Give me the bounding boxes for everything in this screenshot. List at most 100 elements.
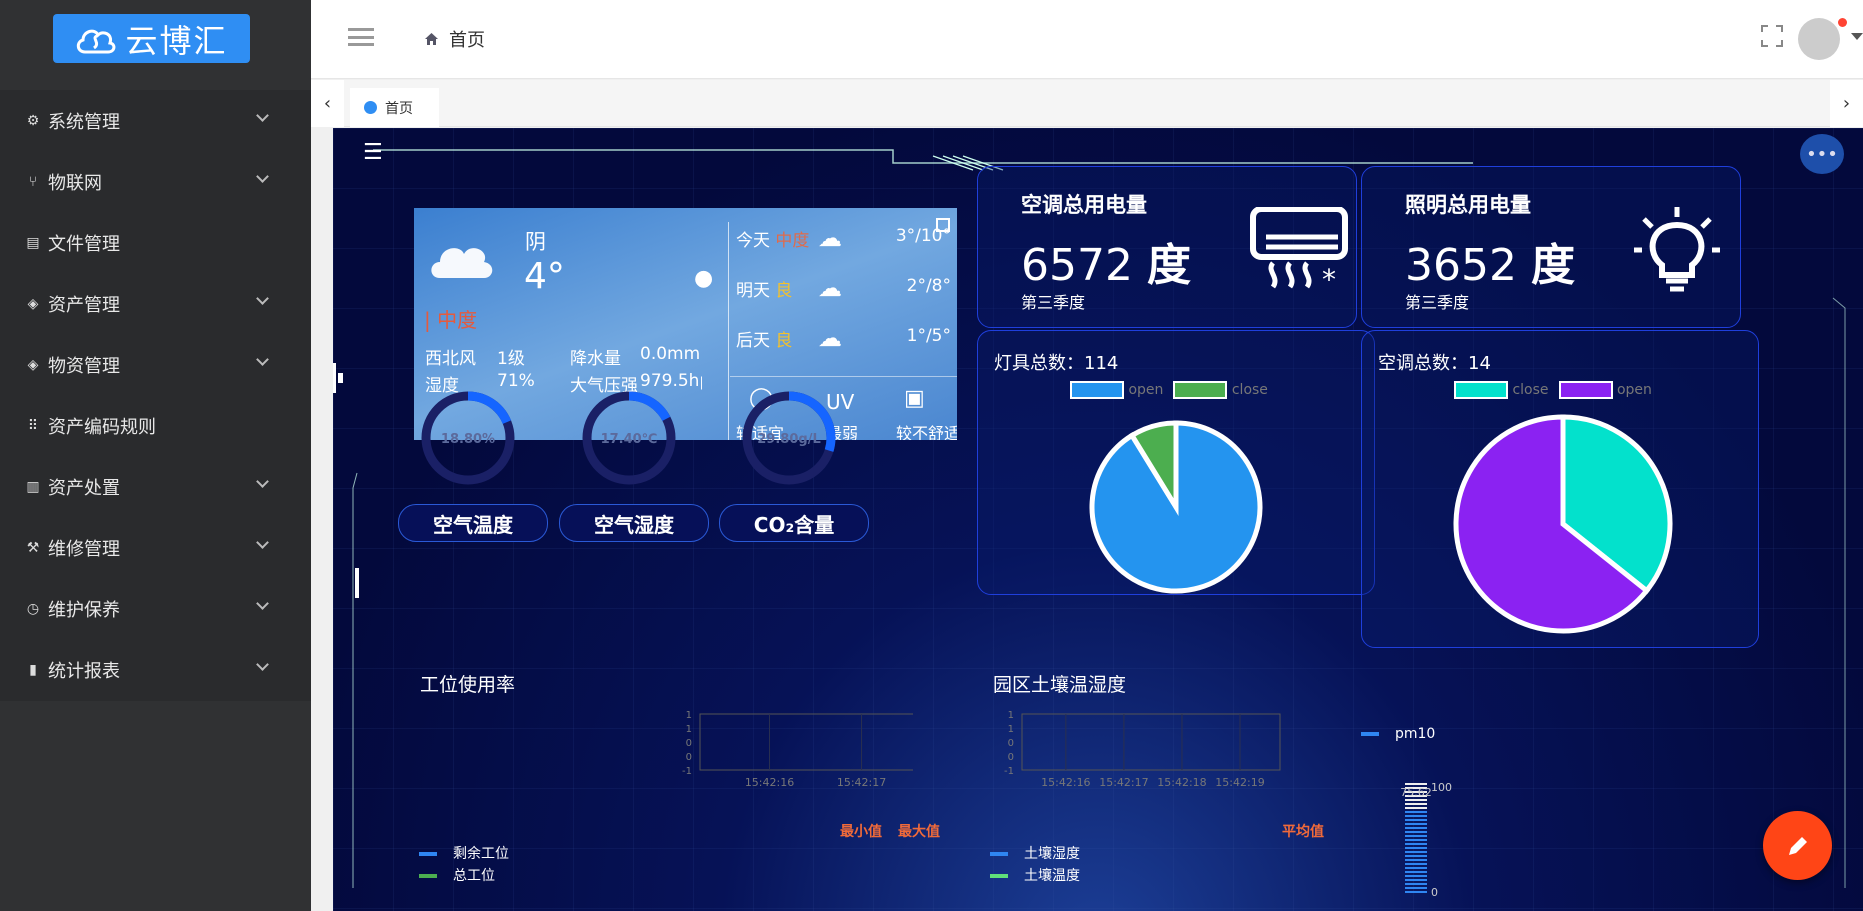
- y-tick-label: -1: [1004, 766, 1014, 777]
- sidebar-item-label: 资产处置: [48, 477, 120, 499]
- tab-scroll-left-icon[interactable]: ‹: [311, 80, 344, 127]
- wind-level: 1级: [497, 349, 525, 369]
- pencil-icon: [1788, 836, 1807, 855]
- x-tick-label: 15:42:19: [1215, 776, 1264, 789]
- bar-fill-segment: [1405, 851, 1427, 853]
- breadcrumb: 首页: [424, 26, 485, 52]
- legend-item-open[interactable]: open: [1070, 381, 1163, 399]
- ac-energy-title: 空调总用电量: [1021, 193, 1147, 217]
- bar-fill-segment: [1405, 815, 1427, 817]
- logo[interactable]: 云博汇: [53, 14, 250, 63]
- sidebar-item[interactable]: ▤ 文件管理: [0, 212, 311, 273]
- network-icon: ⑂: [28, 173, 38, 190]
- y-tick-label: -1: [682, 766, 692, 777]
- bar-fill-segment: [1405, 831, 1427, 833]
- index-sofa-icon: ▣: [904, 386, 925, 411]
- bar-fill-segment: [1405, 819, 1427, 821]
- sidebar-item-label: 维护保养: [48, 599, 120, 621]
- gauge-label-button[interactable]: 空气湿度: [559, 504, 709, 542]
- edit-fab-button[interactable]: [1763, 811, 1832, 880]
- legend-label: 剩余工位: [453, 846, 509, 862]
- book-icon: ▤: [26, 234, 40, 251]
- sidebar-item[interactable]: ⚙ 系统管理: [0, 90, 311, 151]
- cloud-sun-icon: ☁: [818, 224, 842, 252]
- indices-divider: [730, 376, 957, 377]
- bar-fill-segment: [1405, 823, 1427, 825]
- bar-chart-icon: ▮: [29, 661, 37, 678]
- top-bar: 首页: [311, 0, 1863, 79]
- lamp-pie-chart: [1089, 420, 1263, 594]
- sidebar-item[interactable]: ▮ 统计报表: [0, 639, 311, 700]
- x-tick-label: 15:42:16: [1041, 776, 1090, 789]
- forecast-day: 明天: [736, 281, 770, 301]
- sidebar-item[interactable]: ▥ 资产处置: [0, 456, 311, 517]
- sidebar-item[interactable]: ◷ 维护保养: [0, 578, 311, 639]
- legend-item[interactable]: 总工位: [419, 865, 509, 887]
- bar-fill-segment: [1405, 839, 1427, 841]
- sidebar-item[interactable]: ◈ 资产管理: [0, 273, 311, 334]
- sidebar-item[interactable]: ⠿ 资产编码规则: [0, 395, 311, 456]
- sidebar-menu: ⚙ 系统管理 ⑂ 物联网 ▤ 文件管理 ◈ 资产管理 ◈ 物资管理 ⠿ 资产编码规则 ▥ 资产处置 ⚒ 维修管…: [0, 90, 311, 701]
- avatar[interactable]: [1798, 18, 1840, 60]
- gauge-value: 29.80g/L: [757, 432, 820, 447]
- wind-direction: 西北风: [425, 349, 476, 369]
- weather-temperature: 4°: [524, 256, 565, 297]
- legend-item[interactable]: 剩余工位: [419, 843, 509, 865]
- bar-fill-segment: [1405, 843, 1427, 845]
- sidebar: 云博汇 ⚙ 系统管理 ⑂ 物联网 ▤ 文件管理 ◈ 资产管理 ◈ 物资管理 ⠿ 资产编码规则 ▥ 资产处置…: [0, 0, 311, 911]
- sidebar-item[interactable]: ◈ 物资管理: [0, 334, 311, 395]
- ac-energy-unit: 度: [1146, 240, 1191, 291]
- hammer-icon: ⚒: [26, 539, 40, 556]
- grid-icon: ⠿: [27, 417, 39, 434]
- fullscreen-icon[interactable]: [1761, 25, 1783, 53]
- y-tick-label: 0: [1431, 886, 1438, 898]
- legend-item-close[interactable]: close: [1173, 381, 1268, 399]
- series-legend: 剩余工位 总工位: [419, 843, 509, 887]
- gauge: 17.40℃: [582, 391, 676, 485]
- chevron-down-icon[interactable]: [1851, 33, 1863, 40]
- bar-fill-segment: [1405, 871, 1427, 873]
- ac-energy-card: 空调总用电量 6572 度 第三季度 *: [977, 166, 1357, 328]
- more-options-button[interactable]: •••: [1800, 134, 1844, 174]
- logo-text: 云博汇: [125, 21, 228, 60]
- gauge-value: 18.80%: [441, 432, 495, 447]
- sidebar-item[interactable]: ⑂ 物联网: [0, 151, 311, 212]
- y-tick-label: 1: [1008, 710, 1014, 721]
- lighting-energy-number: 3652: [1405, 240, 1517, 291]
- chevron-down-icon: [256, 658, 269, 671]
- cloud-icon: [431, 248, 493, 278]
- tab-bar: ‹ 首页 ›: [311, 80, 1863, 127]
- forecast-temp: 2°/8°: [906, 276, 951, 296]
- weather-divider: [728, 222, 729, 440]
- forecast-aqi: 良: [775, 331, 793, 351]
- sidebar-item[interactable]: ⚒ 维修管理: [0, 517, 311, 578]
- breadcrumb-home[interactable]: 首页: [449, 26, 485, 52]
- layers-icon: ◈: [27, 356, 39, 373]
- legend-item-close[interactable]: close: [1454, 381, 1549, 399]
- forecast-row: 今天 中度 ☁ 3°/10°: [736, 224, 951, 276]
- home-icon: [425, 33, 438, 45]
- lighting-energy-value: 3652 度: [1405, 229, 1575, 293]
- tab-scroll-right-icon[interactable]: ›: [1830, 80, 1863, 127]
- legend-item[interactable]: 土壤湿度: [990, 843, 1080, 865]
- forecast-row: 后天 良 ☁ 1°/5°: [736, 324, 951, 376]
- legend-label: open: [1616, 382, 1652, 398]
- legend-item-open[interactable]: open: [1558, 381, 1652, 399]
- gauge-label-button[interactable]: 空气温度: [398, 504, 548, 542]
- tab-home[interactable]: 首页: [350, 88, 439, 127]
- dashboard-menu-icon[interactable]: ☰: [363, 140, 383, 165]
- hamburger-menu-icon[interactable]: [348, 28, 374, 46]
- pm10-legend[interactable]: pm10: [1361, 726, 1435, 742]
- chart-marker-min: 最小值: [840, 824, 882, 840]
- bar-track-segment: [1405, 799, 1427, 801]
- forecast-aqi: 中度: [775, 231, 810, 251]
- cloud-icon: ☁: [818, 274, 842, 302]
- sidebar-item-label: 统计报表: [48, 660, 120, 682]
- gauge-label-button[interactable]: CO₂含量: [719, 504, 869, 542]
- ac-energy-value: 6572 度: [1021, 229, 1191, 293]
- bar-track-segment: [1405, 807, 1427, 809]
- bar-fill-segment: [1405, 867, 1427, 869]
- legend-item[interactable]: 土壤温度: [990, 865, 1080, 887]
- light-bulb-icon: [1634, 207, 1720, 292]
- y-tick-label: 1: [686, 724, 692, 735]
